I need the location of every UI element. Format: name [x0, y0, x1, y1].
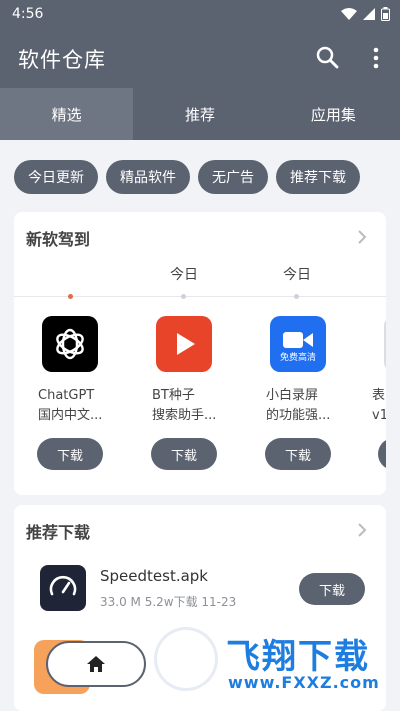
app-name: ChatGPT 国内中文... — [38, 388, 103, 423]
app-item[interactable]: BT种子 搜索助手... 下载 — [134, 316, 234, 470]
timeline-dot — [181, 294, 186, 299]
status-time: 4:56 — [12, 6, 44, 22]
more-options-icon[interactable] — [366, 44, 386, 72]
chevron-right-icon[interactable] — [356, 521, 368, 539]
app-name: BT种子 搜索助手... — [152, 388, 217, 423]
openai-logo-icon — [42, 316, 98, 372]
app-name: Speedtest.apk — [100, 567, 208, 585]
home-icon — [87, 656, 105, 672]
section-title: 推荐下载 — [26, 523, 91, 542]
watermark-logo-icon — [154, 627, 218, 691]
section-title: 新软驾到 — [26, 230, 91, 249]
download-button[interactable]: 下载 — [265, 438, 331, 470]
category-chips: 今日更新 精品软件 无广告 推荐下载 — [14, 160, 360, 194]
download-button[interactable]: 下载 — [299, 573, 365, 605]
status-bar: 4:56 — [0, 0, 400, 28]
download-button[interactable]: 下载 — [378, 438, 386, 470]
wifi-icon — [341, 8, 357, 20]
video-camera-icon: 免费高清 — [270, 316, 326, 372]
app-name: 表 v1 — [372, 388, 386, 423]
tab-featured[interactable]: 精选 — [0, 88, 134, 140]
chip-today-updates[interactable]: 今日更新 — [14, 160, 98, 194]
day-label: 今日 — [283, 267, 311, 283]
app-name: 小白录屏 的功能强... — [266, 388, 331, 423]
chip-no-ads[interactable]: 无广告 — [198, 160, 268, 194]
timeline-dot-active — [68, 294, 73, 299]
app-bar: 软件仓库 — [0, 28, 400, 88]
watermark: 飞翔下载 www.FXXZ.com — [150, 625, 400, 711]
watermark-text: 飞翔下载 — [226, 637, 370, 677]
app-meta: 33.0 M 5.2w下载 11-23 — [100, 595, 237, 609]
speedometer-icon — [40, 565, 86, 611]
app-item[interactable]: 免费高清 小白录屏 的功能强... 下载 — [248, 316, 348, 470]
chip-premium-software[interactable]: 精品软件 — [106, 160, 190, 194]
chip-recommended-downloads[interactable]: 推荐下载 — [276, 160, 360, 194]
list-item[interactable]: Speedtest.apk 33.0 M 5.2w下载 11-23 下载 — [40, 565, 370, 615]
tab-app-collections[interactable]: 应用集 — [267, 88, 400, 140]
chevron-right-icon[interactable] — [356, 228, 368, 246]
timeline-dot — [294, 294, 299, 299]
tab-recommended[interactable]: 推荐 — [133, 88, 266, 140]
watermark-url: www.FXXZ.com — [228, 673, 380, 692]
download-button[interactable]: 下载 — [37, 438, 103, 470]
new-software-card: 新软驾到 今日 今日 ChatGPT 国内中文... 下载 BT种子 搜索助手.… — [14, 212, 386, 495]
app-item[interactable]: 表 v1 下载 — [354, 316, 386, 470]
app-item[interactable]: ChatGPT 国内中文... 下载 — [20, 316, 120, 470]
search-icon[interactable] — [314, 44, 342, 72]
page-title: 软件仓库 — [18, 48, 106, 72]
home-button[interactable] — [46, 641, 146, 687]
signal-icon — [363, 8, 375, 20]
youtube-play-icon — [156, 316, 212, 372]
tab-bar: 精选 推荐 应用集 — [0, 88, 400, 140]
battery-icon — [381, 7, 390, 21]
download-button[interactable]: 下载 — [151, 438, 217, 470]
status-icons — [341, 7, 390, 21]
day-label: 今日 — [170, 267, 198, 283]
partial-app-icon — [384, 316, 386, 372]
icon-badge: 免费高清 — [279, 353, 316, 363]
